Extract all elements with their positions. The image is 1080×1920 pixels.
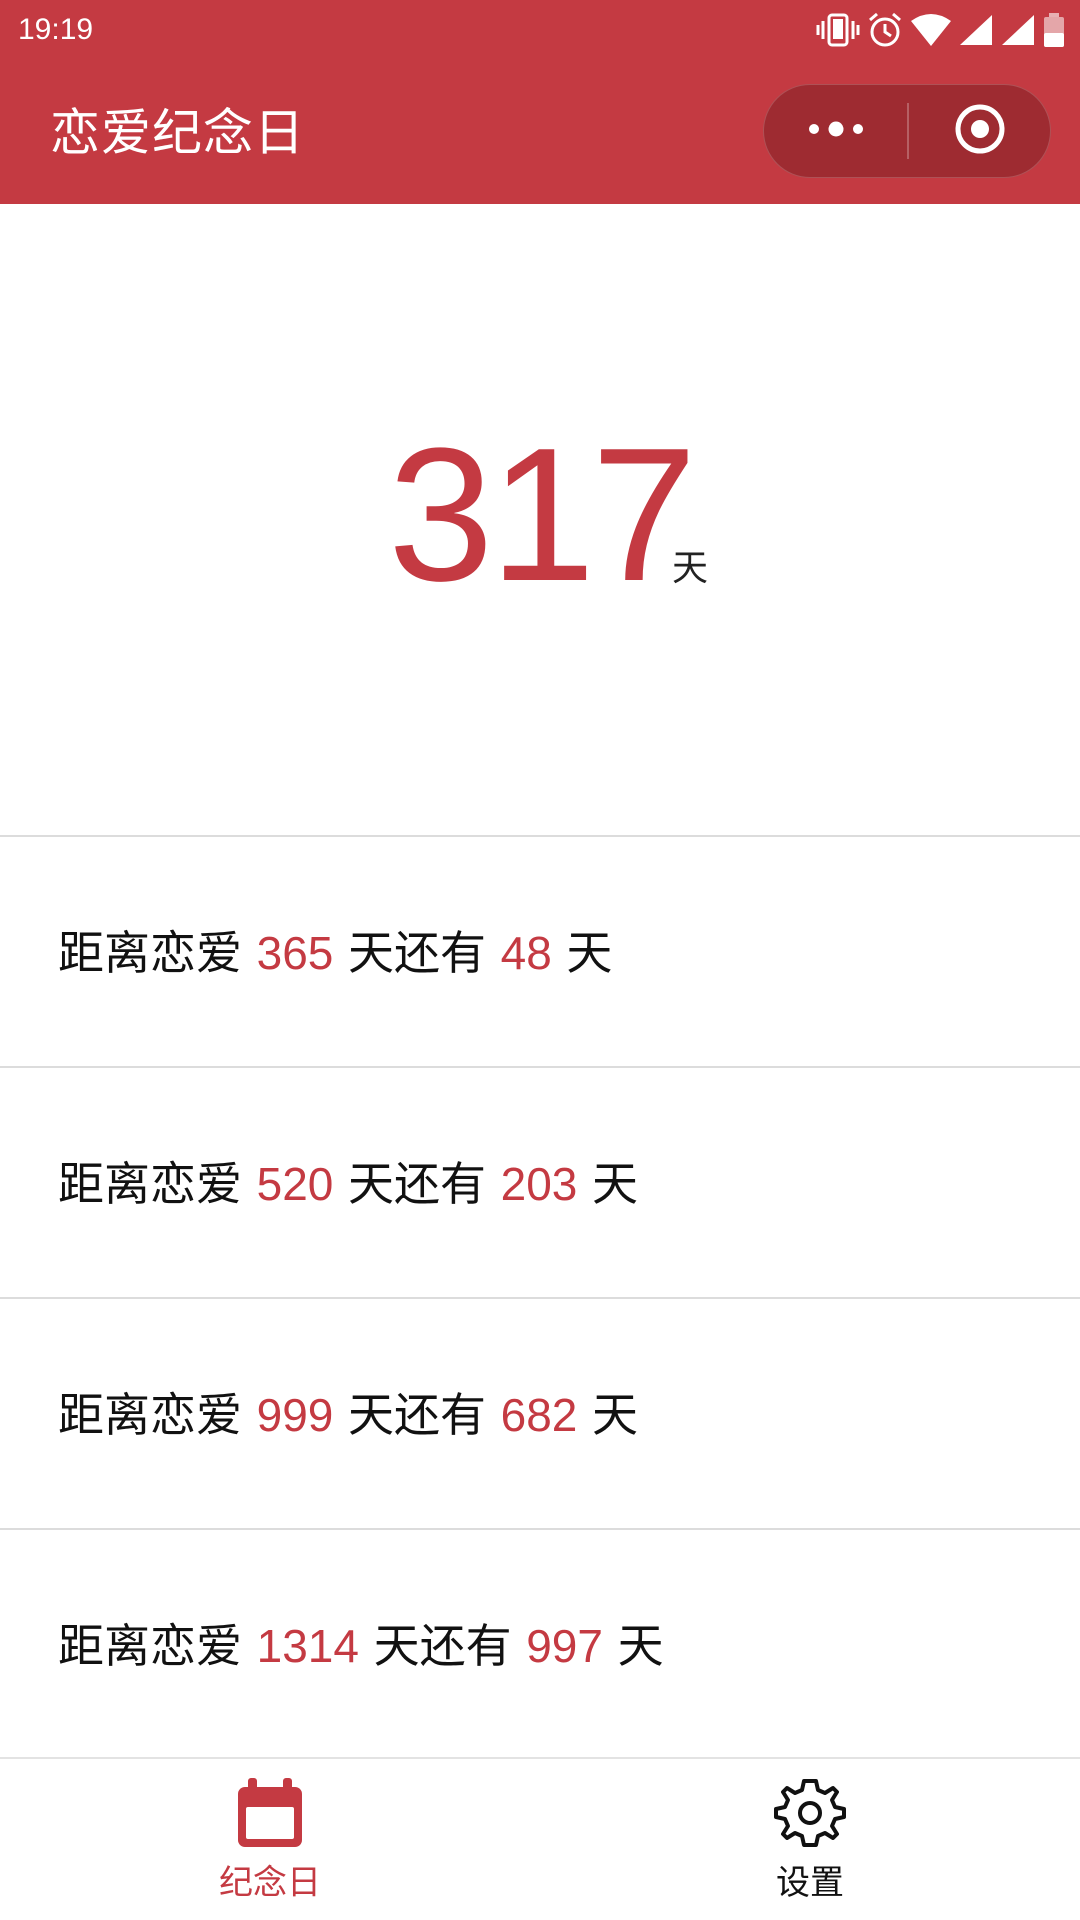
status-bar: 19:19 (0, 0, 1080, 62)
milestone-suffix: 天 (551, 926, 613, 980)
milestone-suffix: 天 (577, 1388, 638, 1442)
milestone-text: 距离恋爱 999 天还有 682 天 (58, 1387, 638, 1443)
tab-settings[interactable]: 设置 (540, 1759, 1080, 1920)
gear-icon (774, 1777, 846, 1849)
wifi-icon (910, 13, 952, 47)
milestone-prefix: 距离恋爱 (58, 1619, 257, 1673)
tab-label: 设置 (776, 1863, 844, 1903)
status-time: 19:19 (18, 13, 94, 46)
milestone-suffix: 天 (602, 1619, 664, 1673)
milestone-suffix: 天 (577, 1157, 638, 1211)
milestone-remaining-days: 48 (500, 927, 552, 979)
signal-icon-1 (958, 13, 994, 47)
milestone-prefix: 距离恋爱 (58, 926, 257, 980)
milestone-prefix: 距离恋爱 (58, 1388, 257, 1442)
milestone-middle: 天还有 (358, 1619, 527, 1673)
milestone-text: 距离恋爱 365 天还有 48 天 (58, 925, 612, 981)
milestone-target-days: 999 (256, 1389, 334, 1441)
milestone-target-days: 520 (256, 1158, 334, 1210)
signal-icon-2 (1000, 13, 1036, 47)
days-together-number: 317 (388, 409, 697, 621)
milestone-text: 距离恋爱 1314 天还有 997 天 (58, 1618, 664, 1674)
alarm-icon (866, 11, 904, 49)
app-root: 19:19 恋爱纪念日 317 天 距离恋爱 365 天还有 48 天 距离恋爱… (0, 0, 1080, 1920)
milestone-middle: 天还有 (333, 1157, 501, 1211)
status-icons (816, 10, 1066, 50)
milestone-row: 距离恋爱 1314 天还有 997 天 (0, 1528, 1080, 1759)
menu-capsule (763, 84, 1051, 178)
days-unit: 天 (672, 548, 709, 589)
milestone-prefix: 距离恋爱 (58, 1157, 257, 1211)
milestone-target-days: 365 (256, 927, 334, 979)
header: 19:19 恋爱纪念日 (0, 0, 1080, 204)
milestone-list: 距离恋爱 365 天还有 48 天 距离恋爱 520 天还有 203 天 距离恋… (0, 835, 1080, 1759)
more-dots-icon (806, 119, 866, 143)
milestone-target-days: 1314 (256, 1620, 359, 1672)
target-circle-icon (953, 102, 1007, 160)
tab-anniversary[interactable]: 纪念日 (0, 1759, 540, 1920)
milestone-row: 距离恋爱 365 天还有 48 天 (0, 835, 1080, 1066)
page-title: 恋爱纪念日 (50, 104, 305, 162)
vibrate-icon (816, 12, 860, 48)
milestone-middle: 天还有 (333, 1388, 501, 1442)
tab-bar: 纪念日 设置 (0, 1757, 1080, 1920)
tab-label: 纪念日 (219, 1863, 321, 1903)
milestone-remaining-days: 682 (500, 1389, 578, 1441)
close-miniprogram-button[interactable] (908, 85, 1052, 177)
milestone-remaining-days: 203 (500, 1158, 578, 1210)
battery-icon (1042, 12, 1066, 48)
milestone-middle: 天还有 (333, 926, 501, 980)
milestone-remaining-days: 997 (526, 1620, 603, 1672)
calendar-icon (234, 1777, 306, 1849)
milestone-row: 距离恋爱 520 天还有 203 天 (0, 1066, 1080, 1297)
milestone-text: 距离恋爱 520 天还有 203 天 (58, 1156, 638, 1212)
milestone-row: 距离恋爱 999 天还有 682 天 (0, 1297, 1080, 1528)
more-button[interactable] (764, 85, 908, 177)
